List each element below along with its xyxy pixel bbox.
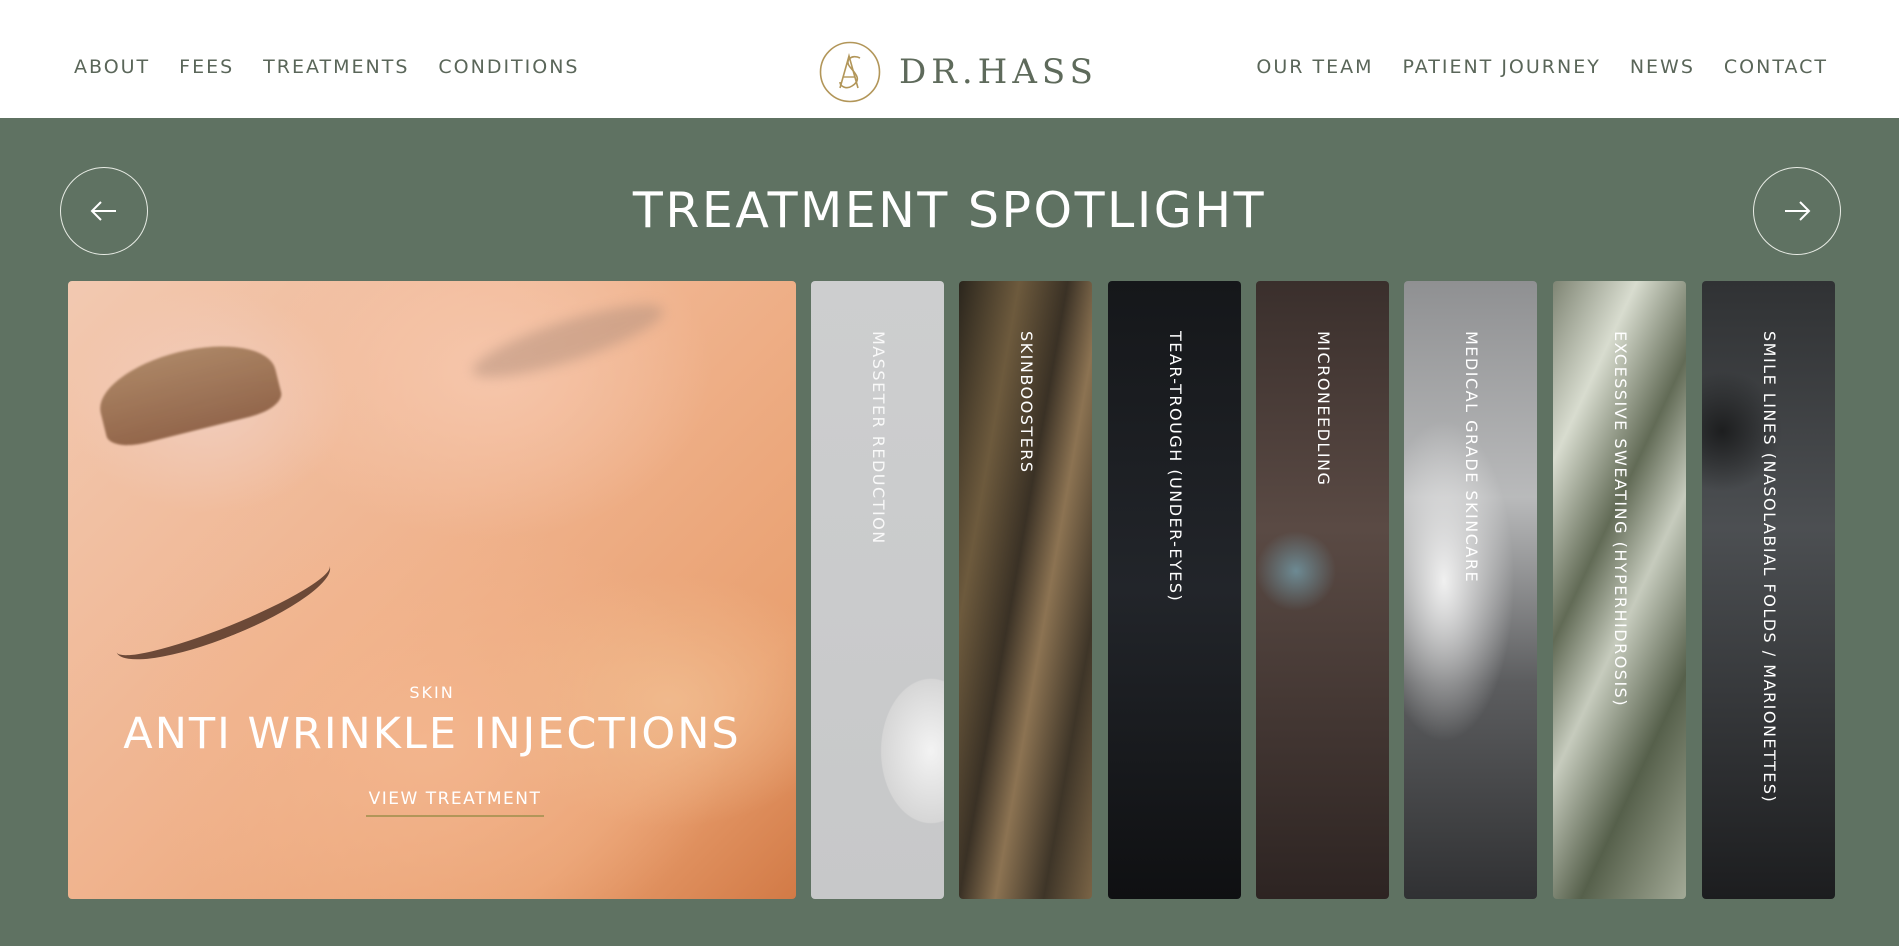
treatment-strip-tear-trough[interactable]: TEAR-TROUGH (UNDER-EYES) <box>1108 281 1241 899</box>
treatment-strip-masseter-reduction[interactable]: MASSETER REDUCTION <box>811 281 944 899</box>
treatment-strip-microneedling[interactable]: MICRONEEDLING <box>1256 281 1389 899</box>
carousel-next-button[interactable] <box>1753 167 1841 255</box>
nav-fees[interactable]: FEES <box>179 56 234 78</box>
nav-treatments[interactable]: TREATMENTS <box>263 56 409 78</box>
strip-label: SKINBOOSTERS <box>1017 331 1036 474</box>
treatment-strip-smile-lines[interactable]: SMILE LINES (NASOLABIAL FOLDS / MARIONET… <box>1702 281 1835 899</box>
nav-contact[interactable]: CONTACT <box>1724 56 1828 78</box>
strip-label: EXCESSIVE SWEATING (HYPERHIDROSIS) <box>1611 331 1630 708</box>
nav-news[interactable]: NEWS <box>1630 56 1695 78</box>
strip-label: MASSETER REDUCTION <box>869 331 888 545</box>
hass-monogram-icon <box>819 41 881 103</box>
strip-label: TEAR-TROUGH (UNDER-EYES) <box>1166 331 1185 603</box>
strip-label: MICRONEEDLING <box>1314 331 1333 487</box>
logo-text: DR.HASS <box>899 52 1098 92</box>
nav-our-team[interactable]: OUR TEAM <box>1256 56 1373 78</box>
featured-title: ANTI WRINKLE INJECTIONS <box>123 709 741 759</box>
nav-patient-journey[interactable]: PATIENT JOURNEY <box>1402 56 1600 78</box>
featured-image-detail <box>90 330 286 452</box>
nav-right: OUR TEAM PATIENT JOURNEY NEWS CONTACT <box>1256 56 1828 78</box>
treatment-carousel: SKIN ANTI WRINKLE INJECTIONS VIEW TREATM… <box>68 281 1836 899</box>
treatment-strip-medical-grade-skincare[interactable]: MEDICAL GRADE SKINCARE <box>1404 281 1537 899</box>
treatment-spotlight-section: TREATMENT SPOTLIGHT SKIN ANTI WRINKLE IN… <box>0 118 1899 946</box>
nav-about[interactable]: ABOUT <box>74 56 150 78</box>
section-title: TREATMENT SPOTLIGHT <box>632 182 1267 239</box>
nav-conditions[interactable]: CONDITIONS <box>438 56 579 78</box>
treatment-strip-excessive-sweating[interactable]: EXCESSIVE SWEATING (HYPERHIDROSIS) <box>1553 281 1686 899</box>
strip-label: SMILE LINES (NASOLABIAL FOLDS / MARIONET… <box>1760 331 1779 804</box>
arrow-right-icon <box>1785 201 1811 221</box>
nav-left: ABOUT FEES TREATMENTS CONDITIONS <box>74 56 580 78</box>
view-treatment-link[interactable]: VIEW TREATMENT <box>366 789 544 817</box>
featured-category: SKIN <box>409 683 455 702</box>
featured-image-detail <box>466 291 670 391</box>
featured-image-detail <box>105 539 341 679</box>
site-header: ABOUT FEES TREATMENTS CONDITIONS DR.HASS… <box>0 0 1899 118</box>
logo[interactable]: DR.HASS <box>818 40 1098 104</box>
treatment-strip-skinboosters[interactable]: SKINBOOSTERS <box>959 281 1092 899</box>
strip-label: MEDICAL GRADE SKINCARE <box>1462 331 1481 584</box>
featured-treatment-card[interactable]: SKIN ANTI WRINKLE INJECTIONS VIEW TREATM… <box>68 281 796 899</box>
